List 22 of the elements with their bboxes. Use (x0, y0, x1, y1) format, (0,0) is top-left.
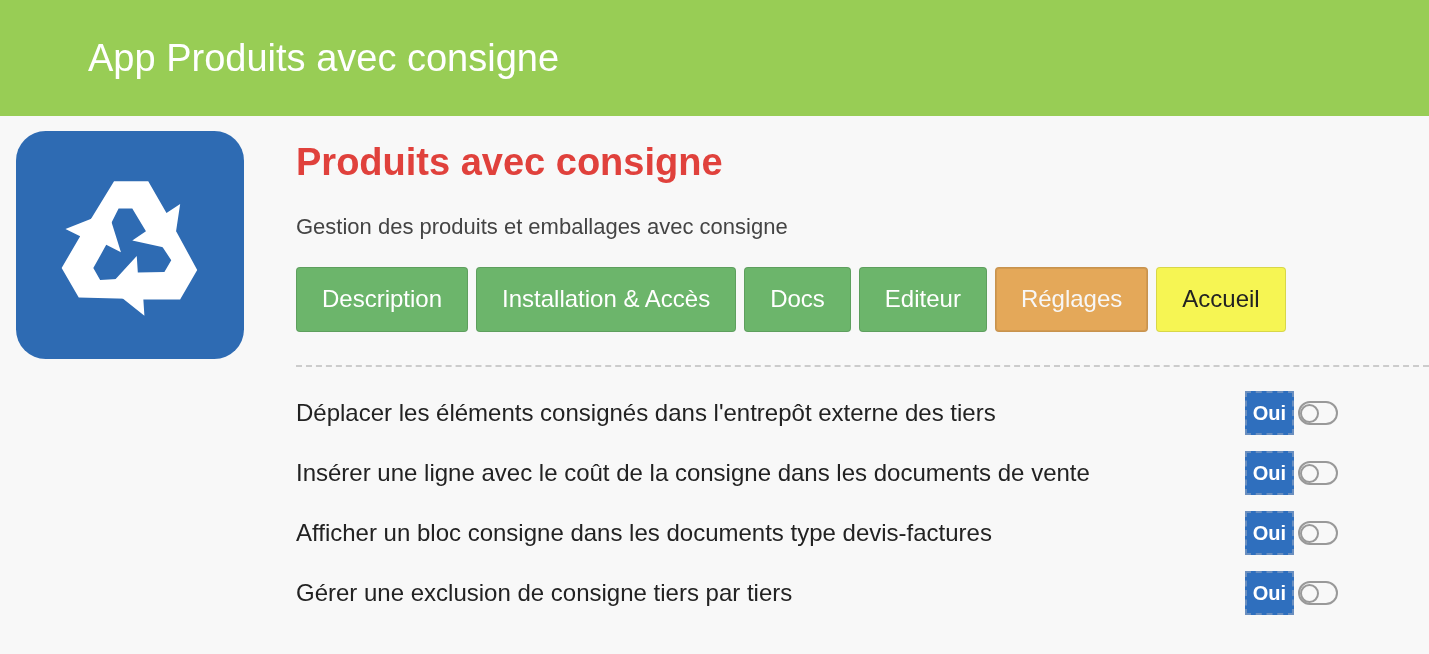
setting-label: Gérer une exclusion de consigne tiers par tiers (296, 577, 794, 608)
nav-button[interactable]: Installation & Accès (476, 266, 737, 332)
nav-button[interactable]: Docs (744, 266, 851, 332)
page-title: App Produits avec consigne (88, 39, 560, 77)
nav-button[interactable]: Accueil (1156, 266, 1286, 332)
setting-label: Déplacer les éléments consignés dans l'entrepôt externe des tiers (296, 397, 997, 428)
toggle-switch[interactable] (1298, 580, 1338, 605)
toggle-switch[interactable] (1298, 520, 1338, 545)
setting-label: Insérer une ligne avec le coût de la consigne dans les documents de vente (296, 457, 1091, 488)
value-badge: Oui (1244, 390, 1294, 435)
toggle-switch[interactable] (1298, 400, 1338, 425)
app-subtitle: Gestion des produits et emballages avec consigne (296, 212, 788, 241)
nav-button[interactable]: Editeur (858, 266, 987, 332)
value-badge: Oui (1244, 510, 1294, 555)
value-badge: Oui (1244, 450, 1294, 495)
app-title: Produits avec consigne (296, 140, 723, 185)
recycle-icon (16, 131, 244, 359)
setting-label: Afficher un bloc consigne dans les documents type devis-factures (296, 517, 993, 548)
value-badge: Oui (1244, 570, 1294, 615)
toggle-switch[interactable] (1298, 460, 1338, 485)
nav-button[interactable]: Réglages (994, 266, 1149, 332)
nav-button[interactable]: Description (296, 266, 469, 332)
